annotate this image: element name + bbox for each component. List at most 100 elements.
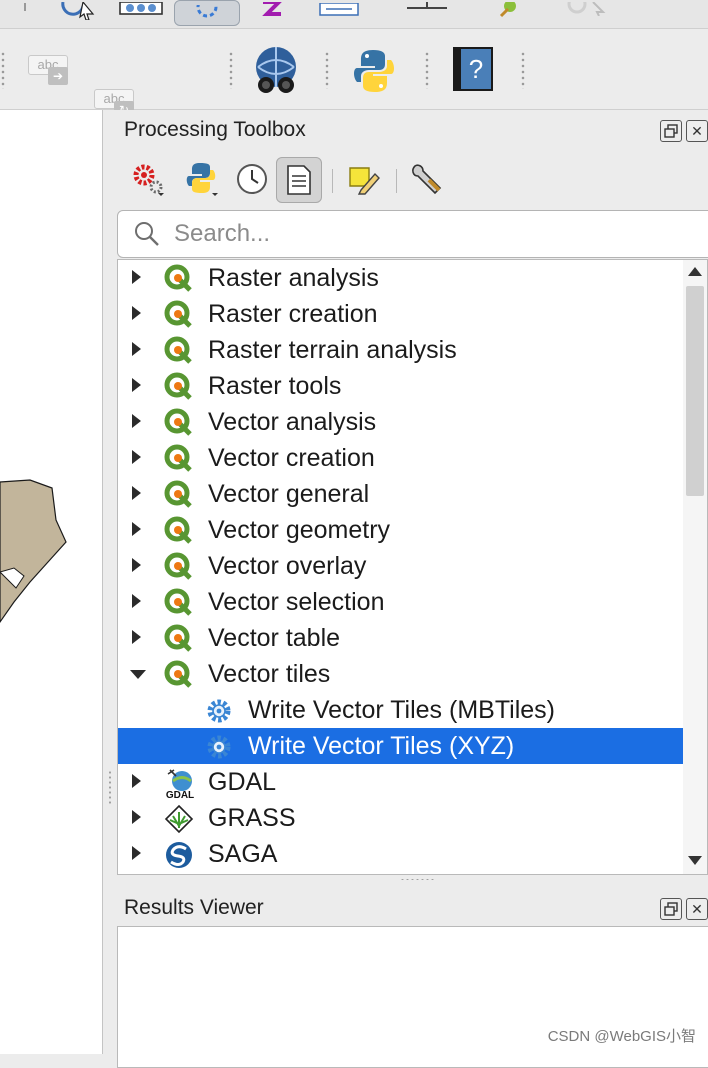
label-toolbar: abc ➔ abc ↻ abc ✎ ?: [0, 29, 708, 153]
annotation-icon[interactable]: [316, 0, 362, 22]
provider-group-item[interactable]: Raster tools: [118, 368, 684, 404]
processing-toolbox-panel: Processing Toolbox ✕ Search... Raster an…: [104, 110, 708, 882]
map-canvas[interactable]: [0, 110, 103, 1054]
provider-group-item[interactable]: GDAL GDAL: [118, 764, 684, 801]
scroll-thumb[interactable]: [686, 286, 704, 496]
qgis-logo-icon: [164, 480, 192, 508]
tree-item-label: Vector tiles: [208, 660, 331, 688]
results-viewer-icon[interactable]: [276, 157, 322, 203]
svg-text:?: ?: [469, 54, 483, 84]
chevron-right-icon[interactable]: [132, 270, 141, 284]
panel-controls: ✕: [660, 898, 708, 920]
provider-group-item[interactable]: Vector tiles: [118, 656, 684, 692]
tree-item-label: Write Vector Tiles (MBTiles): [248, 696, 555, 724]
gear-icon: [204, 696, 232, 724]
panel-title: Results Viewer: [124, 896, 264, 919]
chevron-right-icon[interactable]: [132, 810, 141, 824]
qgis-logo-icon: [164, 444, 192, 472]
provider-group-item[interactable]: Vector geometry: [118, 512, 684, 548]
panel-title: Processing Toolbox: [124, 118, 306, 141]
qgis-logo-icon: [164, 588, 192, 616]
history-clock-icon[interactable]: [230, 157, 274, 201]
chevron-right-icon[interactable]: [132, 774, 141, 788]
label-move-button[interactable]: abc ➔: [24, 51, 68, 85]
chevron-right-icon[interactable]: [132, 306, 141, 320]
search-input[interactable]: [172, 217, 706, 251]
edit-features-in-place-icon[interactable]: [342, 157, 386, 201]
identify-disabled-icon[interactable]: [560, 0, 614, 18]
models-gear-icon[interactable]: [126, 157, 170, 201]
provider-group-item[interactable]: GRASS: [118, 800, 684, 836]
results-list[interactable]: [117, 926, 708, 1068]
provider-group-item[interactable]: Raster terrain analysis: [118, 332, 684, 368]
tree-item-label: SAGA: [208, 840, 278, 868]
float-panel-button[interactable]: [660, 898, 682, 920]
provider-group-item[interactable]: Vector table: [118, 620, 684, 656]
chevron-down-icon[interactable]: [130, 670, 146, 679]
chevron-right-icon[interactable]: [132, 486, 141, 500]
chevron-right-icon[interactable]: [132, 378, 141, 392]
close-panel-button[interactable]: ✕: [686, 898, 708, 920]
help-book-icon[interactable]: ?: [448, 45, 496, 93]
provider-group-item[interactable]: Vector analysis: [118, 404, 684, 440]
toolbar-grip[interactable]: [424, 51, 430, 89]
toolbar-grip[interactable]: [20, 0, 30, 14]
plugin-icon[interactable]: [494, 0, 522, 20]
results-viewer-panel: Results Viewer ✕ CSDN @WebGIS小智: [104, 880, 708, 1068]
chevron-right-icon[interactable]: [132, 594, 141, 608]
scroll-up-icon[interactable]: [688, 267, 702, 276]
provider-group-item[interactable]: Raster analysis: [118, 260, 684, 296]
search-box[interactable]: [117, 210, 708, 258]
toolbar-grip[interactable]: [0, 51, 6, 89]
attribute-table-icon[interactable]: [116, 0, 166, 20]
sum-icon[interactable]: [254, 0, 290, 20]
toolbar-grip[interactable]: [228, 51, 234, 89]
gear-icon: [204, 732, 232, 760]
map-feature-polygon[interactable]: [0, 110, 102, 1054]
gdal-icon: GDAL: [164, 768, 194, 801]
grass-icon: [164, 804, 194, 834]
toolbox-toolbar: [126, 155, 466, 203]
arrow-right-icon: ➔: [48, 67, 68, 85]
tree-scrollbar[interactable]: [683, 259, 708, 875]
provider-group-item[interactable]: Vector general: [118, 476, 684, 512]
toolbar-separator: [332, 169, 333, 193]
provider-group-item[interactable]: SAGA: [118, 836, 684, 872]
algorithm-item[interactable]: Write Vector Tiles (XYZ): [118, 728, 684, 764]
chevron-right-icon[interactable]: [132, 450, 141, 464]
chevron-right-icon[interactable]: [132, 846, 141, 860]
tree-item-label: Vector table: [208, 624, 341, 652]
scroll-down-icon[interactable]: [688, 856, 702, 865]
provider-group-item[interactable]: Vector overlay: [118, 548, 684, 584]
options-wrench-icon[interactable]: [404, 157, 448, 201]
python-scripts-icon[interactable]: [180, 157, 224, 201]
tree-item-label: Raster analysis: [208, 264, 379, 292]
tree-item-label: Write Vector Tiles (XYZ): [248, 732, 515, 760]
dock-resize-grip[interactable]: [108, 770, 112, 804]
chevron-right-icon[interactable]: [132, 342, 141, 356]
processing-toolbox-toggle-button[interactable]: [174, 0, 240, 26]
top-toolbar: [0, 0, 708, 29]
chevron-right-icon[interactable]: [132, 414, 141, 428]
provider-group-item[interactable]: Raster creation: [118, 296, 684, 332]
provider-group-item[interactable]: Vector selection: [118, 584, 684, 620]
provider-group-item[interactable]: Vector creation: [118, 440, 684, 476]
tree-item-label: Raster creation: [208, 300, 378, 328]
chevron-right-icon[interactable]: [132, 522, 141, 536]
toolbar-separator: [396, 169, 397, 193]
tree-item-label: Vector selection: [208, 588, 385, 616]
toolbar-grip[interactable]: [520, 51, 526, 89]
measure-icon[interactable]: [402, 0, 452, 14]
chevron-right-icon[interactable]: [132, 558, 141, 572]
qgis-logo-icon: [164, 516, 192, 544]
python-console-icon[interactable]: [348, 45, 400, 97]
close-panel-button[interactable]: ✕: [686, 120, 708, 142]
toolbar-grip[interactable]: [324, 51, 330, 89]
metasearch-binoculars-icon[interactable]: [248, 43, 304, 99]
select-pointer-icon[interactable]: [56, 0, 102, 22]
algorithm-item[interactable]: Write Vector Tiles (MBTiles): [118, 692, 684, 728]
tree-item-label: Vector overlay: [208, 552, 367, 580]
float-panel-button[interactable]: [660, 120, 682, 142]
watermark: CSDN @WebGIS小智: [547, 1028, 696, 1045]
chevron-right-icon[interactable]: [132, 630, 141, 644]
